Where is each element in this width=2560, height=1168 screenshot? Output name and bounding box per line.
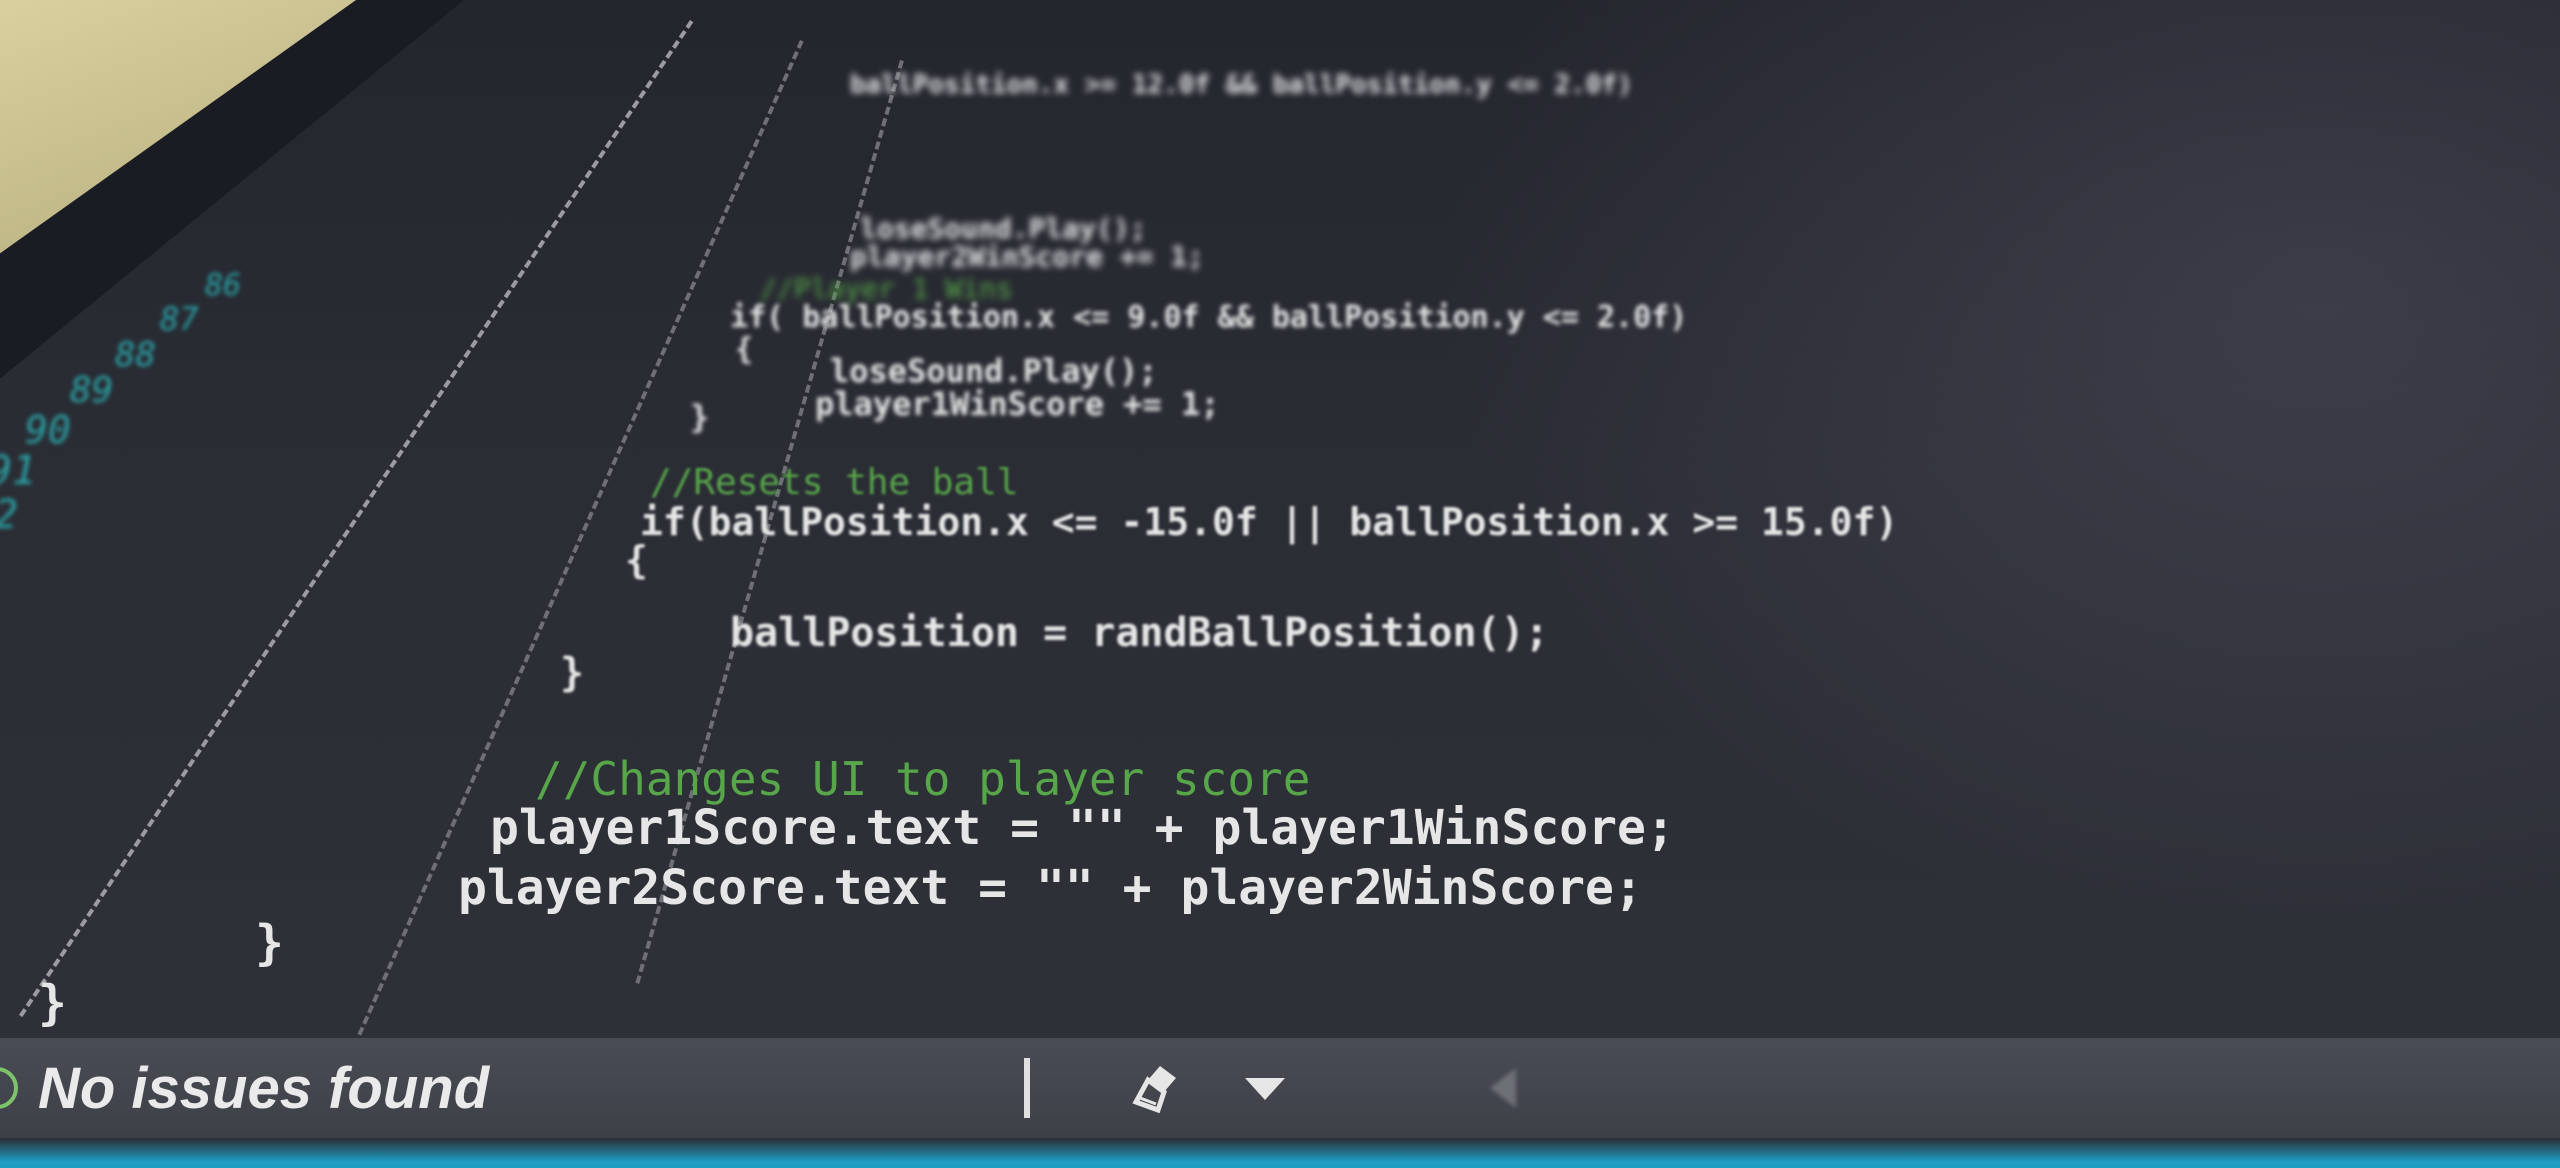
- status-bar: No issues found: [0, 1038, 2560, 1138]
- code-line: }: [255, 915, 284, 971]
- code-line: }: [690, 398, 710, 436]
- arrow-left-icon[interactable]: [1490, 1068, 1516, 1108]
- line-number: 89: [70, 370, 114, 411]
- code-line: ballPosition.x >= 12.0f && ballPosition.…: [850, 70, 1633, 100]
- line-number: 87: [160, 300, 199, 338]
- code-line: player2WinScore += 1;: [850, 240, 1205, 273]
- code-line: {: [625, 538, 648, 582]
- status-separator: [1024, 1058, 1030, 1118]
- code-comment: //Changes UI to player score: [535, 752, 1311, 806]
- line-number: 90: [25, 408, 71, 452]
- code-line: }: [38, 975, 67, 1031]
- brush-icon[interactable]: [1130, 1062, 1190, 1116]
- line-number: 86: [205, 268, 242, 303]
- chevron-down-icon[interactable]: [1245, 1078, 1285, 1100]
- code-line: player2Score.text = "" + player2WinScore…: [458, 860, 1643, 916]
- code-comment: //Resets the ball: [650, 462, 1019, 503]
- taskbar-edge: [0, 1138, 2560, 1168]
- code-line: if(ballPosition.x <= -15.0f || ballPosit…: [640, 500, 1899, 544]
- code-line: player1Score.text = "" + player1WinScore…: [490, 800, 1675, 856]
- line-number-gutter: 86 87 88 89 90 91 2: [0, 0, 2560, 1168]
- line-number: 2: [0, 492, 18, 538]
- photo-scene: 86 87 88 89 90 91 2 ballPosition.x >= 12…: [0, 0, 2560, 1168]
- code-line: ballPosition = randBallPosition();: [730, 610, 1549, 656]
- code-line: player1WinScore += 1;: [815, 385, 1220, 423]
- line-number: 91: [0, 448, 37, 494]
- code-line: {: [735, 332, 754, 367]
- line-number: 88: [115, 335, 156, 375]
- code-line: if( ballPosition.x <= 9.0f && ballPositi…: [730, 300, 1688, 335]
- issues-status-text[interactable]: No issues found: [38, 1055, 489, 1122]
- code-line: }: [560, 650, 585, 696]
- check-circle-icon: [0, 1067, 18, 1109]
